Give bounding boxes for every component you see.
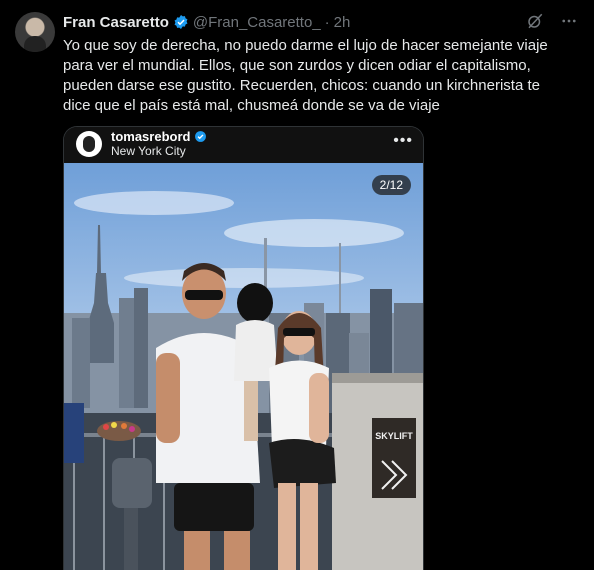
- embedded-username-row: tomasrebord: [111, 129, 207, 144]
- tweet[interactable]: Fran Casaretto @Fran_Casaretto_ · 2h Yo …: [0, 0, 594, 570]
- photo: SKYLIFT 2/12: [64, 163, 423, 570]
- embedded-location: New York City: [111, 144, 186, 158]
- user-avatar[interactable]: [15, 12, 55, 52]
- grok-icon[interactable]: [525, 11, 545, 31]
- display-name[interactable]: Fran Casaretto: [63, 14, 169, 31]
- separator-dot: ·: [324, 13, 330, 31]
- top-actions: [525, 11, 579, 31]
- embedded-avatar: [76, 131, 102, 157]
- embedded-post-header: tomasrebord New York City •••: [64, 127, 423, 163]
- embedded-verified-icon: [195, 131, 207, 142]
- tweet-media[interactable]: tomasrebord New York City ••• SKYLIFT 2/…: [63, 126, 424, 570]
- embedded-more-icon: •••: [393, 132, 413, 149]
- image-counter: 2/12: [371, 175, 411, 195]
- verified-badge-icon: [174, 15, 188, 29]
- city-family-photo: SKYLIFT: [64, 163, 423, 570]
- user-handle[interactable]: @Fran_Casaretto_: [193, 14, 321, 31]
- more-horizontal-icon[interactable]: [559, 11, 579, 31]
- timestamp[interactable]: 2h: [334, 14, 351, 31]
- tweet-header: Fran Casaretto @Fran_Casaretto_ · 2h: [63, 12, 350, 32]
- skylift-sign-text: SKYLIFT: [375, 431, 413, 441]
- tweet-text: Yo que soy de derecha, no puedo darme el…: [63, 37, 548, 114]
- embedded-username: tomasrebord: [111, 129, 191, 144]
